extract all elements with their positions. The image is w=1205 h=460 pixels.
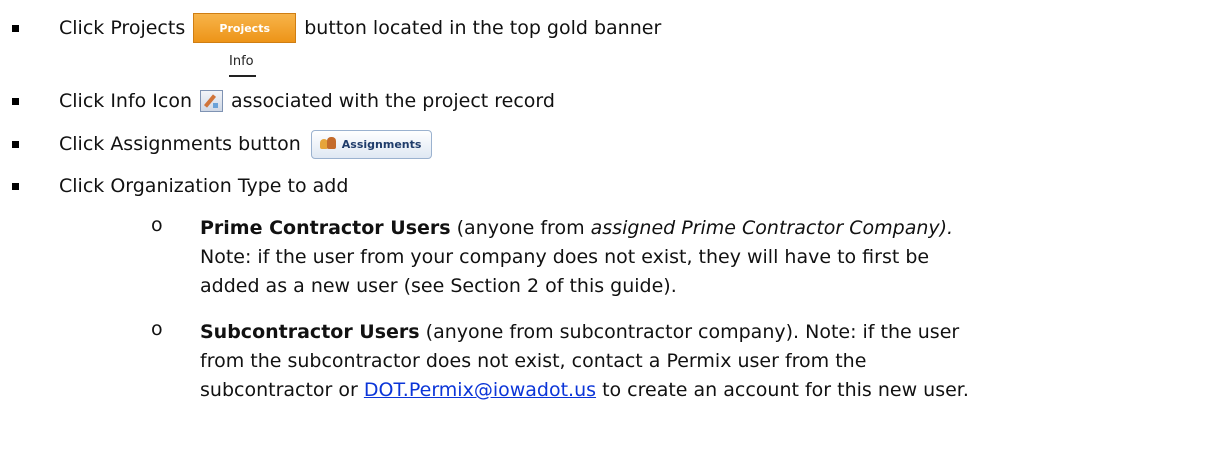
step-2-text: Click Info Icon <box>59 90 193 112</box>
sub-item-note: Note: if the user from your company does… <box>200 246 930 268</box>
step-1-text: Click Projects <box>59 17 186 39</box>
bullet <box>12 183 19 190</box>
step-1-text-after: button located in the top gold banner <box>304 17 662 39</box>
step-2-text-after: associated with the project record <box>231 90 555 112</box>
sub-item-text: (anyone from subcontractor company). Not… <box>419 321 960 343</box>
step-4-text: Click Organization Type to add <box>59 175 349 197</box>
step-2: Click Info Icon associated with the proj… <box>0 86 1205 116</box>
sub-item-subcontractor: Subcontractor Users (anyone from subcont… <box>200 318 1200 405</box>
bullet <box>12 141 19 148</box>
sub-item-prime-contractor: Prime Contractor Users (anyone from assi… <box>200 214 1200 301</box>
step-1: Click Projects Projects button located i… <box>0 13 1205 43</box>
sub-item-marker: o <box>151 318 163 340</box>
sub-item-text: (anyone from <box>450 217 591 239</box>
assignments-button[interactable]: Assignments <box>310 129 433 159</box>
email-link[interactable]: DOT.Permix@iowadot.us <box>364 379 596 401</box>
edit-note-icon[interactable] <box>200 90 224 112</box>
sub-item-italic: assigned Prime Contractor Company). <box>590 217 954 239</box>
sub-item-note: from the subcontractor does not exist, c… <box>200 350 867 372</box>
people-icon <box>319 137 336 151</box>
sub-item-marker: o <box>151 214 163 236</box>
step-4: Click Organization Type to add <box>0 171 1205 201</box>
bullet <box>12 98 19 105</box>
info-caption: Info <box>229 54 254 69</box>
sub-item-note: added as a new user (see Section 2 of th… <box>200 275 677 297</box>
sub-item-text: subcontractor or <box>200 379 364 401</box>
assignments-button-label: Assignments <box>341 137 422 151</box>
sub-item-title: Prime Contractor Users <box>200 217 451 239</box>
step-3: Click Assignments button Assignments <box>0 129 1205 159</box>
bullet <box>12 25 19 32</box>
sub-item-title: Subcontractor Users <box>200 321 420 343</box>
info-underline <box>229 75 256 77</box>
sub-item-text: to create an account for this new user. <box>596 379 969 401</box>
step-3-text: Click Assignments button <box>59 133 301 155</box>
projects-button[interactable]: Projects <box>193 13 297 43</box>
